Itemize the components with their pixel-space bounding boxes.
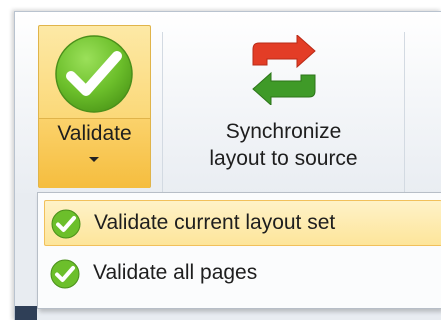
- synchronize-button[interactable]: Synchronize layout to source: [171, 25, 396, 188]
- ribbon-separator: [162, 32, 163, 202]
- check-icon: [51, 209, 81, 244]
- background-window-edge: [15, 306, 37, 320]
- menu-item-validate-current-layout-set[interactable]: Validate current layout set: [44, 200, 441, 246]
- ribbon-separator: [404, 32, 405, 202]
- sync-arrows-icon: [247, 33, 321, 110]
- validate-label: Validate: [57, 122, 132, 145]
- synchronize-label-line1: Synchronize: [225, 120, 342, 143]
- validate-dropdown-toggle[interactable]: Validate: [39, 118, 150, 188]
- synchronize-label-line2: layout to source: [209, 147, 358, 170]
- validate-dropdown-menu: Validate current layout set Validate all…: [37, 192, 441, 309]
- screenshot: Validate Synchronize layout to source Va…: [0, 0, 441, 320]
- validate-button[interactable]: [39, 26, 150, 118]
- check-icon: [50, 259, 80, 294]
- validate-split-button[interactable]: Validate: [38, 25, 151, 188]
- synchronize-label: Synchronize layout to source: [171, 118, 396, 172]
- menu-item-label: Validate all pages: [93, 261, 258, 284]
- menu-item-label: Validate current layout set: [94, 211, 336, 234]
- chevron-down-icon: [89, 157, 99, 162]
- menu-item-validate-all-pages[interactable]: Validate all pages: [44, 251, 441, 297]
- big-check-icon: [53, 34, 135, 119]
